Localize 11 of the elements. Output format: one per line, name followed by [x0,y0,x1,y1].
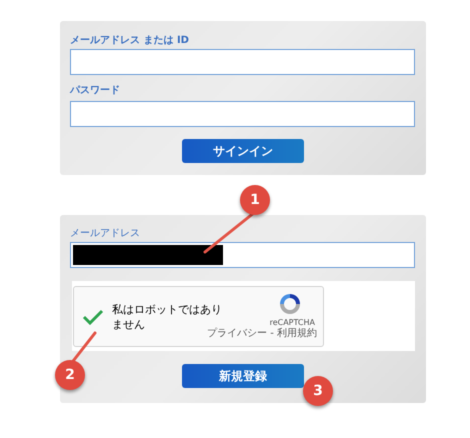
field-label: メールアドレス [70,227,141,241]
field-label: メールアドレス または ID [70,34,190,48]
callout-badge: 1 [240,185,270,215]
input-field[interactable] [70,101,415,127]
input-field[interactable] [70,49,415,75]
field-label: パスワード [70,84,121,98]
checkmark-icon [82,308,104,326]
recaptcha-brand: reCAPTCHA [270,317,315,328]
signin-button[interactable]: サインイン [182,139,304,163]
input-field[interactable] [70,242,415,268]
register-button[interactable]: 新規登録 [182,364,304,388]
